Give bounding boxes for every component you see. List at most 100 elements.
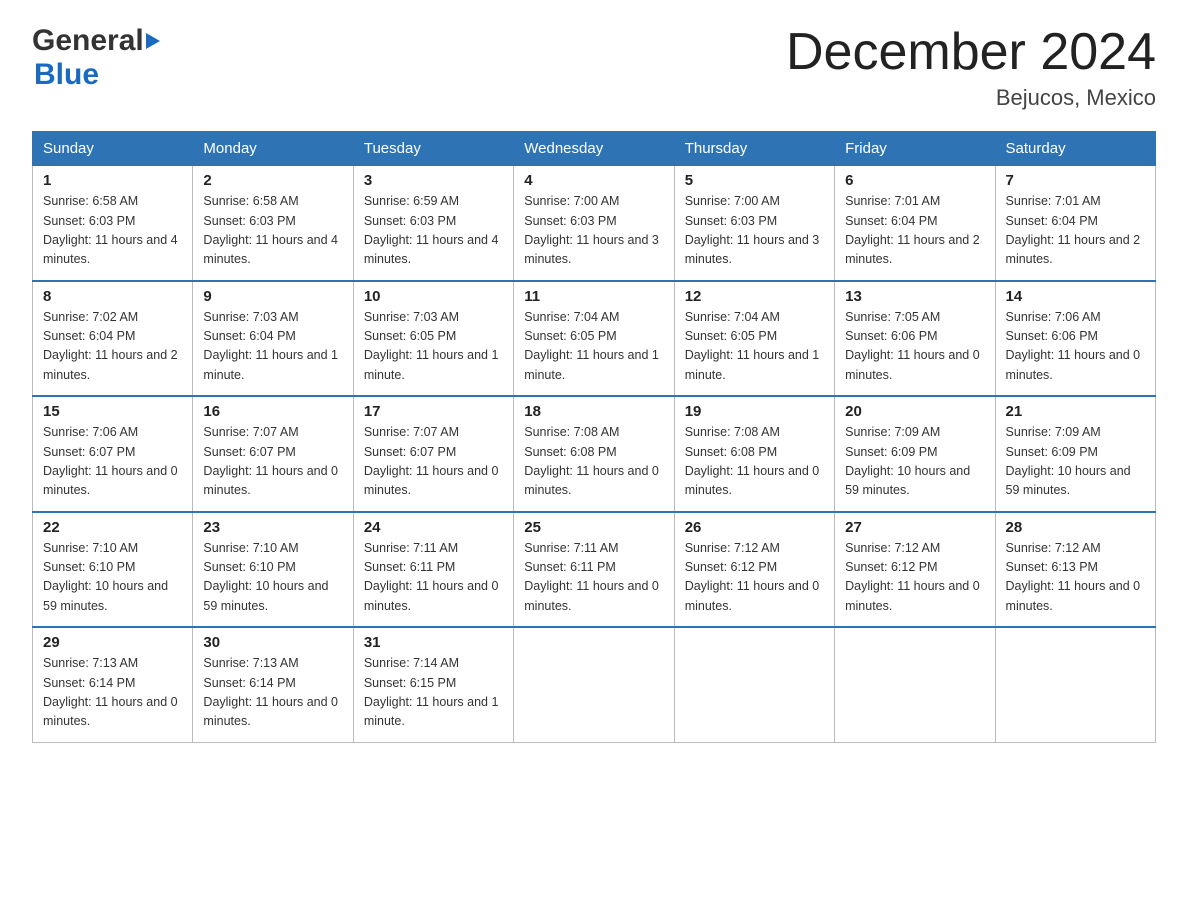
header-monday: Monday [193, 132, 353, 166]
day-number: 25 [524, 519, 663, 536]
day-number: 31 [364, 634, 503, 651]
table-row: 5Sunrise: 7:00 AMSunset: 6:03 PMDaylight… [674, 166, 834, 281]
table-row: 14 Sunrise: 7:06 AMSunset: 6:06 PMDayligh… [995, 281, 1155, 397]
table-row: 9 Sunrise: 7:03 AMSunset: 6:04 PMDaylight… [193, 281, 353, 397]
day-number: 19 [685, 403, 824, 420]
table-row: 18 Sunrise: 7:08 AMSunset: 6:08 PMDayligh… [514, 396, 674, 512]
day-number: 14 [1006, 288, 1145, 305]
day-number: 24 [364, 519, 503, 536]
day-info: Sunrise: 7:00 AMSunset: 6:03 PMDaylight:… [685, 192, 824, 270]
day-number: 12 [685, 288, 824, 305]
day-number: 28 [1006, 519, 1145, 536]
day-number: 29 [43, 634, 182, 651]
day-number: 2 [203, 172, 342, 189]
day-info: Sunrise: 7:01 AMSunset: 6:04 PMDaylight:… [1006, 192, 1145, 270]
calendar-week-row: 1Sunrise: 6:58 AMSunset: 6:03 PMDaylight… [33, 166, 1156, 281]
table-row [674, 627, 834, 742]
day-info: Sunrise: 7:09 AMSunset: 6:09 PMDaylight:… [1006, 423, 1145, 501]
page-subtitle: Bejucos, Mexico [786, 85, 1156, 111]
day-number: 3 [364, 172, 503, 189]
day-info: Sunrise: 7:04 AMSunset: 6:05 PMDaylight:… [524, 308, 663, 386]
table-row: 1Sunrise: 6:58 AMSunset: 6:03 PMDaylight… [33, 166, 193, 281]
table-row: 19 Sunrise: 7:08 AMSunset: 6:08 PMDayligh… [674, 396, 834, 512]
day-number: 30 [203, 634, 342, 651]
day-info: Sunrise: 7:07 AMSunset: 6:07 PMDaylight:… [203, 423, 342, 501]
table-row: 31 Sunrise: 7:14 AMSunset: 6:15 PMDayligh… [353, 627, 513, 742]
day-info: Sunrise: 7:08 AMSunset: 6:08 PMDaylight:… [524, 423, 663, 501]
header-tuesday: Tuesday [353, 132, 513, 166]
logo-general: General [32, 24, 144, 58]
day-info: Sunrise: 7:13 AMSunset: 6:14 PMDaylight:… [203, 654, 342, 732]
calendar-week-row: 22 Sunrise: 7:10 AMSunset: 6:10 PMDayligh… [33, 512, 1156, 628]
logo-arrow-icon [146, 33, 160, 49]
day-info: Sunrise: 7:10 AMSunset: 6:10 PMDaylight:… [43, 539, 182, 617]
day-info: Sunrise: 7:11 AMSunset: 6:11 PMDaylight:… [364, 539, 503, 617]
day-number: 15 [43, 403, 182, 420]
day-number: 8 [43, 288, 182, 305]
header-friday: Friday [835, 132, 995, 166]
day-number: 23 [203, 519, 342, 536]
day-number: 26 [685, 519, 824, 536]
logo: General Blue [32, 24, 162, 92]
day-number: 6 [845, 172, 984, 189]
day-info: Sunrise: 7:12 AMSunset: 6:12 PMDaylight:… [685, 539, 824, 617]
calendar-week-row: 15 Sunrise: 7:06 AMSunset: 6:07 PMDayligh… [33, 396, 1156, 512]
table-row: 3 Sunrise: 6:59 AMSunset: 6:03 PMDaylight… [353, 166, 513, 281]
day-info: Sunrise: 7:06 AMSunset: 6:06 PMDaylight:… [1006, 308, 1145, 386]
day-number: 17 [364, 403, 503, 420]
day-number: 7 [1006, 172, 1145, 189]
logo-blue: Blue [34, 58, 162, 92]
table-row: 26 Sunrise: 7:12 AMSunset: 6:12 PMDayligh… [674, 512, 834, 628]
table-row [514, 627, 674, 742]
calendar-week-row: 8Sunrise: 7:02 AMSunset: 6:04 PMDaylight… [33, 281, 1156, 397]
day-number: 4 [524, 172, 663, 189]
day-number: 11 [524, 288, 663, 305]
table-row: 20Sunrise: 7:09 AMSunset: 6:09 PMDayligh… [835, 396, 995, 512]
day-info: Sunrise: 7:08 AMSunset: 6:08 PMDaylight:… [685, 423, 824, 501]
table-row: 28 Sunrise: 7:12 AMSunset: 6:13 PMDayligh… [995, 512, 1155, 628]
day-info: Sunrise: 7:03 AMSunset: 6:04 PMDaylight:… [203, 308, 342, 386]
day-number: 1 [43, 172, 182, 189]
table-row: 16 Sunrise: 7:07 AMSunset: 6:07 PMDayligh… [193, 396, 353, 512]
table-row: 8Sunrise: 7:02 AMSunset: 6:04 PMDaylight… [33, 281, 193, 397]
table-row: 11 Sunrise: 7:04 AMSunset: 6:05 PMDayligh… [514, 281, 674, 397]
header-thursday: Thursday [674, 132, 834, 166]
day-info: Sunrise: 6:59 AMSunset: 6:03 PMDaylight:… [364, 192, 503, 270]
day-number: 22 [43, 519, 182, 536]
calendar-table: Sunday Monday Tuesday Wednesday Thursday… [32, 131, 1156, 743]
table-row: 7 Sunrise: 7:01 AMSunset: 6:04 PMDaylight… [995, 166, 1155, 281]
table-row: 27Sunrise: 7:12 AMSunset: 6:12 PMDayligh… [835, 512, 995, 628]
day-info: Sunrise: 7:12 AMSunset: 6:13 PMDaylight:… [1006, 539, 1145, 617]
day-info: Sunrise: 7:12 AMSunset: 6:12 PMDaylight:… [845, 539, 984, 617]
day-info: Sunrise: 7:05 AMSunset: 6:06 PMDaylight:… [845, 308, 984, 386]
table-row: 17Sunrise: 7:07 AMSunset: 6:07 PMDayligh… [353, 396, 513, 512]
day-info: Sunrise: 7:06 AMSunset: 6:07 PMDaylight:… [43, 423, 182, 501]
table-row: 24 Sunrise: 7:11 AMSunset: 6:11 PMDayligh… [353, 512, 513, 628]
day-number: 10 [364, 288, 503, 305]
table-row: 25 Sunrise: 7:11 AMSunset: 6:11 PMDayligh… [514, 512, 674, 628]
day-number: 21 [1006, 403, 1145, 420]
table-row: 21 Sunrise: 7:09 AMSunset: 6:09 PMDayligh… [995, 396, 1155, 512]
table-row: 22 Sunrise: 7:10 AMSunset: 6:10 PMDayligh… [33, 512, 193, 628]
table-row: 23 Sunrise: 7:10 AMSunset: 6:10 PMDayligh… [193, 512, 353, 628]
day-info: Sunrise: 7:09 AMSunset: 6:09 PMDaylight:… [845, 423, 984, 501]
table-row: 2Sunrise: 6:58 AMSunset: 6:03 PMDaylight… [193, 166, 353, 281]
header-saturday: Saturday [995, 132, 1155, 166]
day-number: 13 [845, 288, 984, 305]
page-title: December 2024 [786, 24, 1156, 81]
day-info: Sunrise: 7:14 AMSunset: 6:15 PMDaylight:… [364, 654, 503, 732]
day-number: 9 [203, 288, 342, 305]
table-row: 15 Sunrise: 7:06 AMSunset: 6:07 PMDayligh… [33, 396, 193, 512]
weekday-header-row: Sunday Monday Tuesday Wednesday Thursday… [33, 132, 1156, 166]
day-info: Sunrise: 7:11 AMSunset: 6:11 PMDaylight:… [524, 539, 663, 617]
header-sunday: Sunday [33, 132, 193, 166]
day-number: 16 [203, 403, 342, 420]
header: General Blue December 2024 Bejucos, Mexi… [32, 24, 1156, 111]
day-info: Sunrise: 7:13 AMSunset: 6:14 PMDaylight:… [43, 654, 182, 732]
table-row: 4Sunrise: 7:00 AMSunset: 6:03 PMDaylight… [514, 166, 674, 281]
table-row: 13 Sunrise: 7:05 AMSunset: 6:06 PMDayligh… [835, 281, 995, 397]
day-info: Sunrise: 7:10 AMSunset: 6:10 PMDaylight:… [203, 539, 342, 617]
table-row [835, 627, 995, 742]
day-number: 18 [524, 403, 663, 420]
table-row: 30 Sunrise: 7:13 AMSunset: 6:14 PMDayligh… [193, 627, 353, 742]
